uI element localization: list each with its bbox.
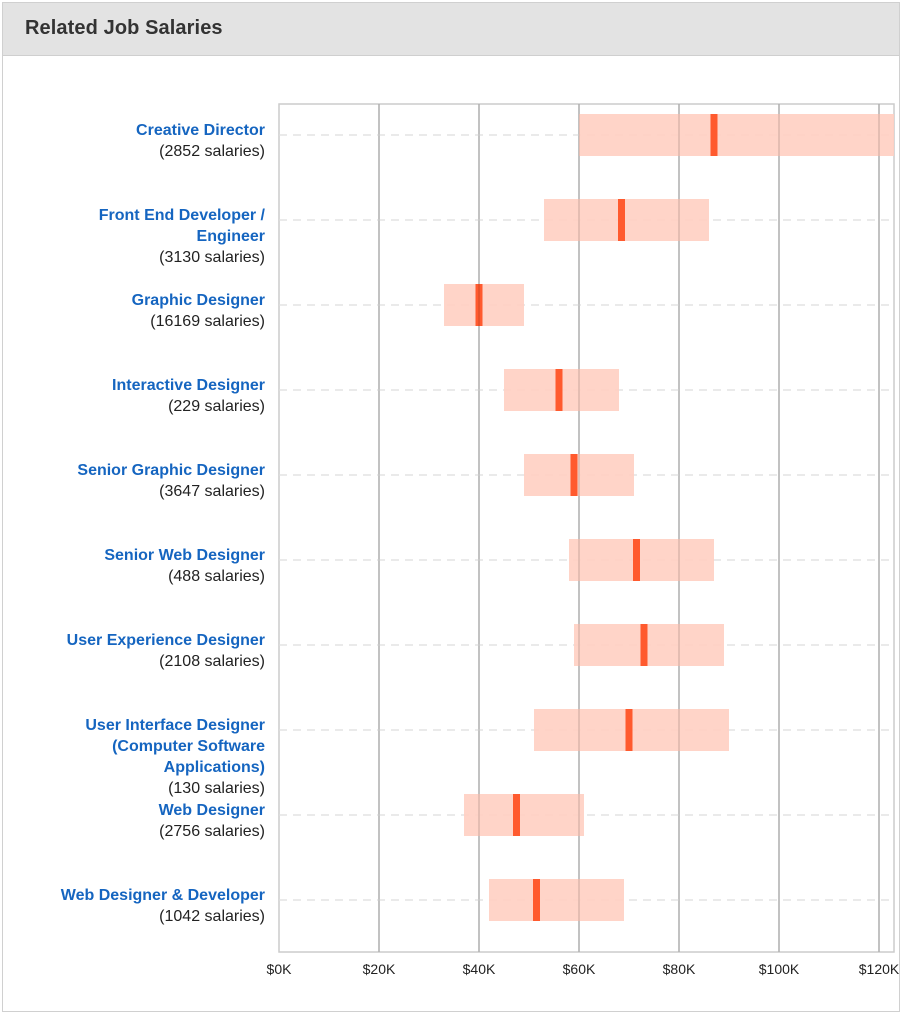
x-tick-label: $120K: [859, 961, 900, 977]
x-tick-label: $100K: [759, 961, 800, 977]
median-salary-marker: [533, 879, 540, 921]
median-salary-marker: [633, 539, 640, 581]
median-salary-marker: [555, 369, 563, 411]
salary-range-chart: $0K $20K $40K $60K $80K $100K $120K: [267, 103, 900, 977]
salary-range-bar[interactable]: [489, 879, 624, 921]
x-tick-label: $0K: [267, 961, 293, 977]
salary-range-bar[interactable]: [444, 284, 524, 326]
median-salary-marker: [710, 114, 718, 156]
x-tick-label: $60K: [563, 961, 596, 977]
x-tick-label: $80K: [663, 961, 696, 977]
x-tick-label: $40K: [463, 961, 496, 977]
median-salary-marker: [570, 454, 578, 496]
salary-range-bar[interactable]: [579, 114, 894, 156]
median-salary-marker: [625, 709, 633, 751]
salary-range-bar[interactable]: [464, 794, 584, 836]
x-tick-label: $20K: [363, 961, 396, 977]
salary-range-bar[interactable]: [569, 539, 714, 581]
median-salary-marker: [513, 794, 520, 836]
salary-range-bar[interactable]: [544, 199, 709, 241]
median-salary-marker: [640, 624, 648, 666]
salary-range-bar[interactable]: [574, 624, 724, 666]
median-salary-marker: [618, 199, 625, 241]
